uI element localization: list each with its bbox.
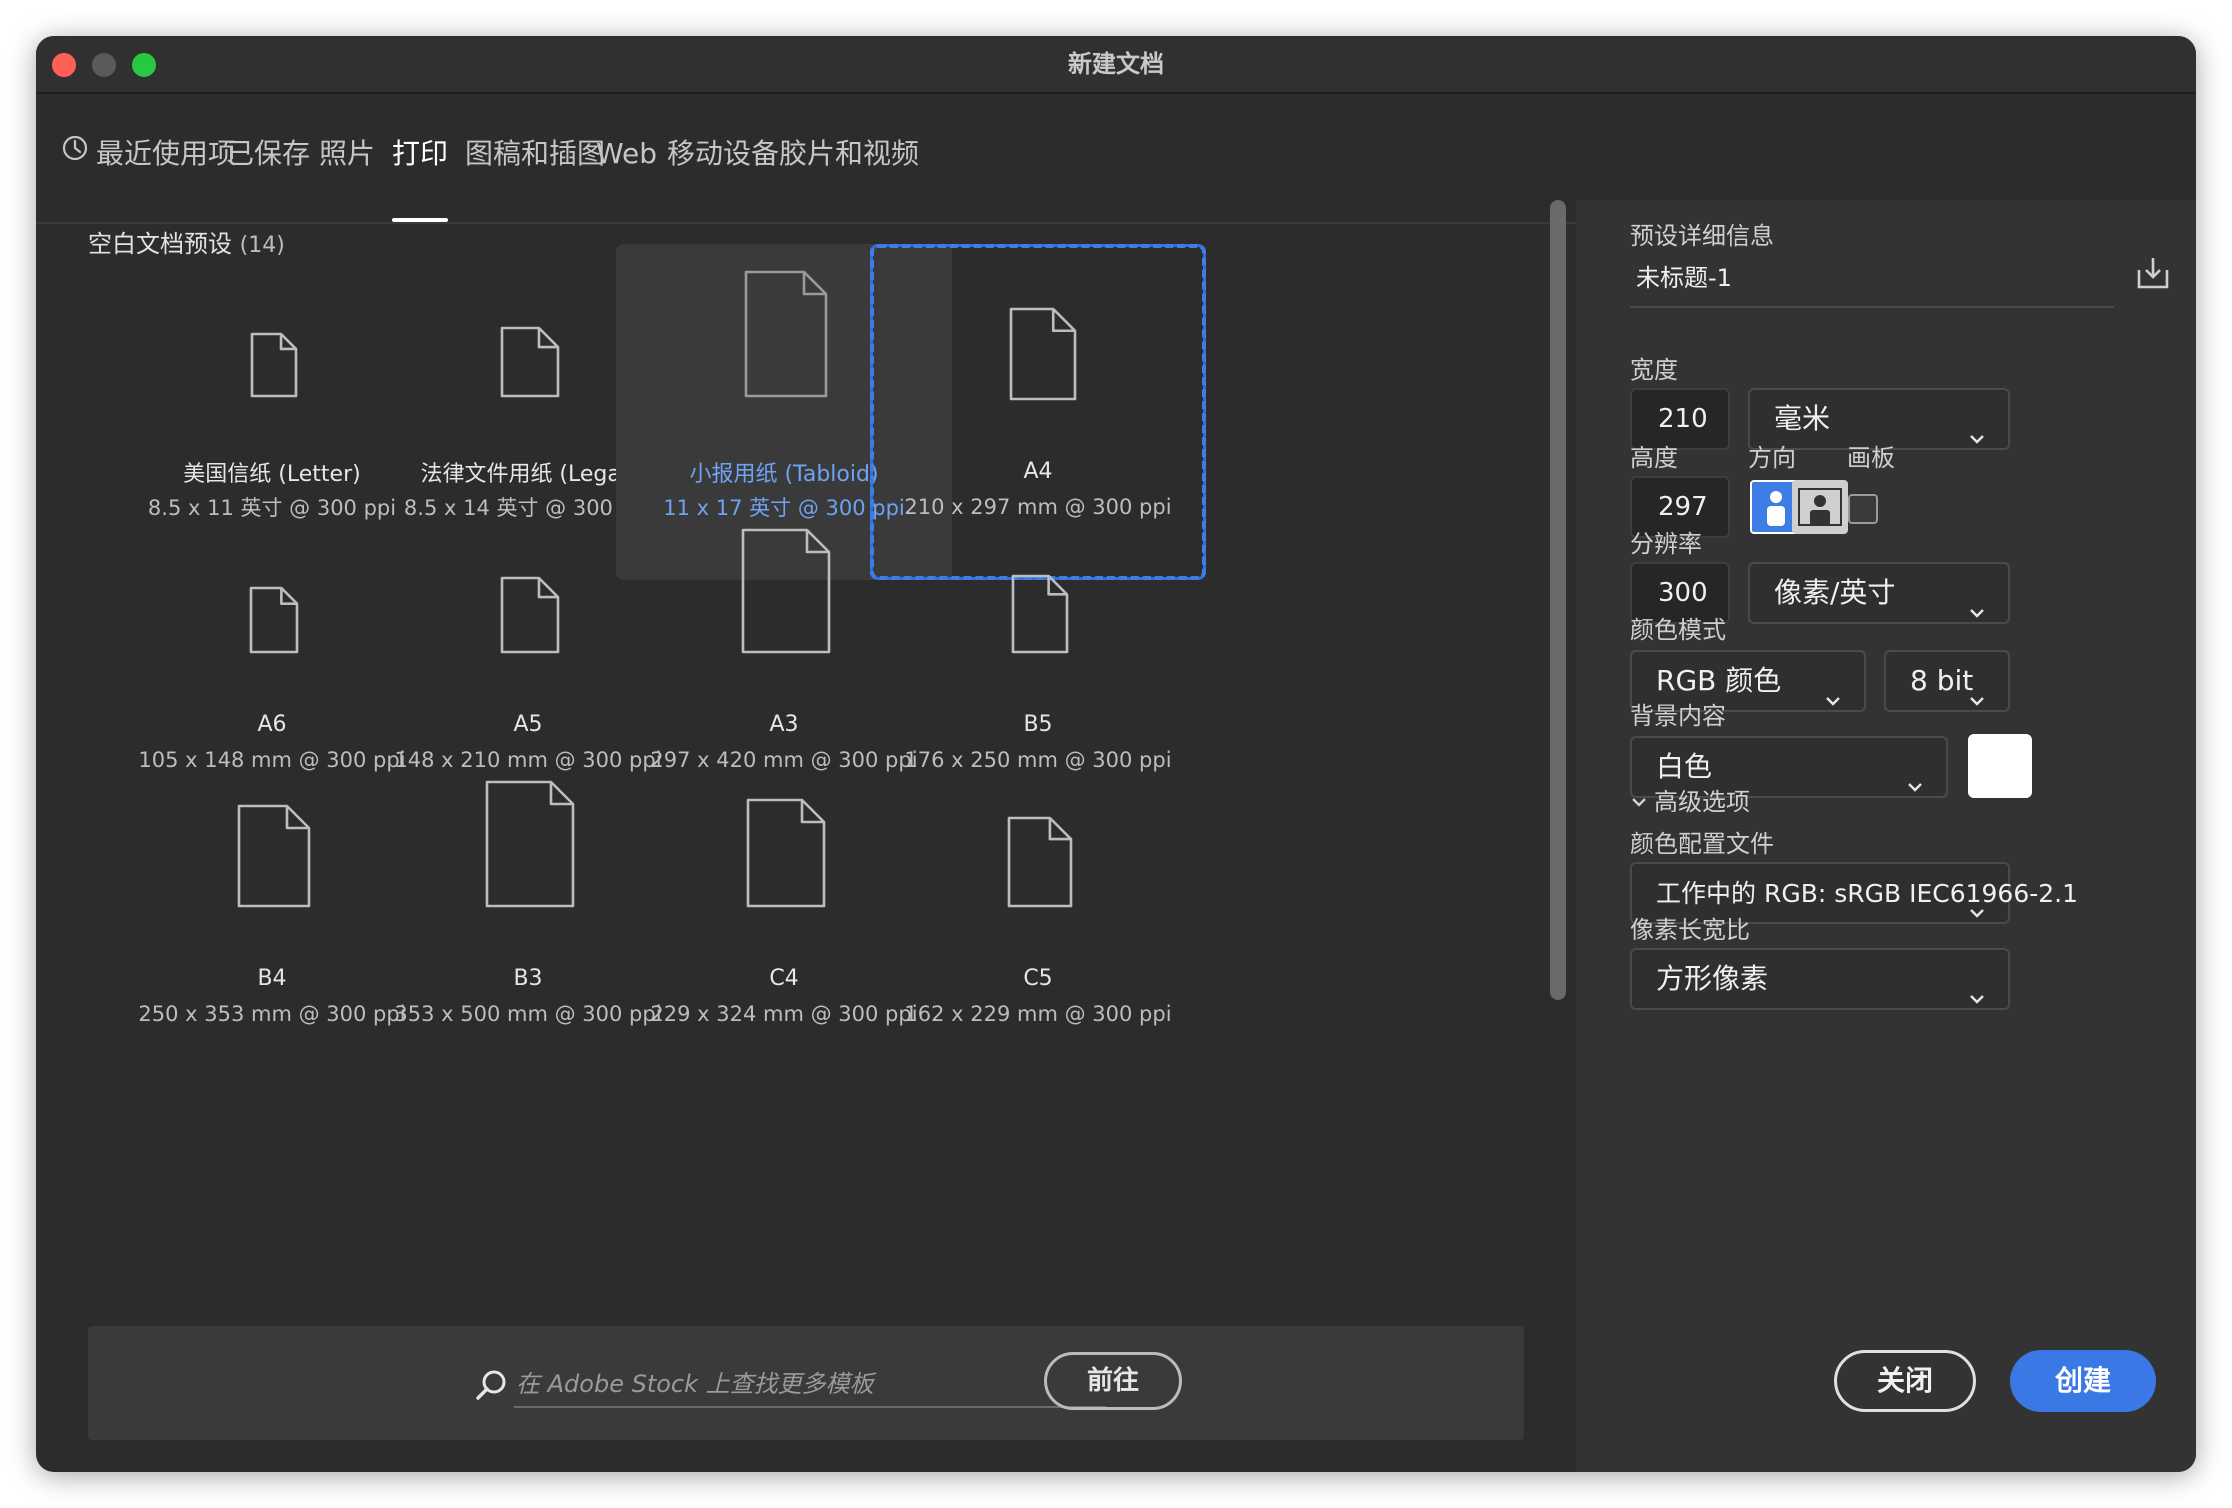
tab-recent[interactable]: 最近使用项 <box>62 94 236 222</box>
color-mode-value: RGB 颜色 <box>1656 664 1782 697</box>
document-icon <box>1009 307 1077 405</box>
pixel-aspect-value: 方形像素 <box>1656 962 1769 995</box>
tab-label: 胶片和视频 <box>779 137 920 170</box>
clock-icon <box>62 92 88 212</box>
width-label: 宽度 <box>1630 356 1678 384</box>
orientation-label: 方向 <box>1748 444 1796 472</box>
resolution-unit-select[interactable]: 像素/英寸 <box>1748 562 2010 624</box>
tab-film-video[interactable]: 胶片和视频 <box>779 94 919 222</box>
resolution-label: 分辨率 <box>1630 530 1702 558</box>
color-profile-value: 工作中的 RGB: sRGB IEC61966-2.1 <box>1656 879 2079 908</box>
tab-photo[interactable]: 照片 <box>319 94 375 222</box>
document-icon <box>744 270 828 402</box>
chevron-down-icon <box>1968 584 1986 642</box>
tab-label: 最近使用项 <box>96 137 237 170</box>
landscape-icon <box>1798 488 1842 530</box>
document-icon <box>250 332 298 402</box>
landscape-orientation-button[interactable] <box>1792 480 1848 534</box>
chevron-down-icon <box>1968 970 1986 1028</box>
details-heading: 预设详细信息 <box>1630 222 1774 250</box>
search-icon <box>474 1368 508 1406</box>
close-button[interactable]: 关闭 <box>1834 1350 1976 1412</box>
height-label: 高度 <box>1630 444 1678 472</box>
preset-size: 162 x 229 mm @ 300 ppi <box>904 1002 1172 1026</box>
artboard-checkbox[interactable] <box>1848 494 1878 524</box>
preset-name: C5 <box>1023 966 1053 991</box>
bit-depth-value: 8 bit <box>1910 664 1974 697</box>
color-profile-label: 颜色配置文件 <box>1630 830 1774 858</box>
preset-card[interactable]: C5 162 x 229 mm @ 300 ppi <box>870 754 1206 1090</box>
tab-art-illustration[interactable]: 图稿和插图 <box>465 94 605 222</box>
width-unit-value: 毫米 <box>1774 402 1831 435</box>
tab-saved[interactable]: 已保存 <box>226 94 310 222</box>
tab-label: 已保存 <box>226 137 311 170</box>
document-icon <box>237 804 311 912</box>
create-button[interactable]: 创建 <box>2010 1350 2156 1412</box>
preset-name: B5 <box>1023 712 1053 737</box>
tab-label: 图稿和插图 <box>465 137 606 170</box>
chevron-down-icon <box>1824 672 1842 730</box>
background-color-swatch[interactable] <box>1968 734 2032 798</box>
document-icon <box>249 586 299 658</box>
adobe-stock-bar: 在 Adobe Stock 上查找更多模板 前往 <box>88 1326 1524 1440</box>
save-preset-icon[interactable] <box>2136 256 2170 294</box>
stock-search-placeholder: 在 Adobe Stock 上查找更多模板 <box>516 1370 874 1398</box>
go-button[interactable]: 前往 <box>1044 1352 1182 1410</box>
document-icon <box>500 326 560 402</box>
tab-label: 照片 <box>319 137 376 170</box>
bit-depth-select[interactable]: 8 bit <box>1884 650 2010 712</box>
chevron-down-icon <box>1968 410 1986 468</box>
tab-label: Web <box>596 137 658 170</box>
document-name-field[interactable]: 未标题-1 <box>1630 252 2114 308</box>
document-icon <box>746 798 826 912</box>
background-label: 背景内容 <box>1630 702 1726 730</box>
chevron-down-icon <box>1968 884 1986 942</box>
title-bar: 新建文档 <box>36 36 2196 94</box>
background-value: 白色 <box>1656 750 1713 783</box>
portrait-icon <box>1764 490 1788 530</box>
document-icon <box>500 576 560 658</box>
document-icon <box>1011 574 1069 658</box>
pixel-aspect-select[interactable]: 方形像素 <box>1630 948 2010 1010</box>
advanced-options-toggle[interactable]: 高级选项 <box>1630 782 1750 817</box>
preset-details-panel: 预设详细信息 未标题-1 宽度 210 毫米 高度 方向 画板 297 分辨率 … <box>1576 200 2196 1472</box>
artboard-label: 画板 <box>1847 444 1895 472</box>
tab-label: 打印 <box>392 137 449 170</box>
preset-name: A4 <box>1023 459 1053 484</box>
resolution-unit-value: 像素/英寸 <box>1774 576 1896 609</box>
chevron-down-icon <box>1968 672 1986 730</box>
pixel-aspect-label: 像素长宽比 <box>1630 916 1750 944</box>
tab-label: 移动设备 <box>667 137 780 170</box>
tab-web[interactable]: Web <box>596 94 657 222</box>
stock-search-input[interactable]: 在 Adobe Stock 上查找更多模板 <box>514 1362 1106 1408</box>
document-icon <box>1007 816 1073 912</box>
window-title: 新建文档 <box>1068 50 1164 78</box>
preset-scrollbar[interactable] <box>1550 200 1566 1000</box>
document-icon <box>741 528 831 658</box>
advanced-options-label: 高级选项 <box>1654 788 1750 816</box>
new-document-dialog: 新建文档 最近使用项 已保存 照片 打印 图稿和插图 Web 移动设备 胶片和视… <box>36 36 2196 1472</box>
chevron-down-icon <box>1906 758 1924 816</box>
document-icon <box>485 780 575 912</box>
tab-mobile[interactable]: 移动设备 <box>667 94 779 222</box>
tab-print[interactable]: 打印 <box>392 94 449 222</box>
chevron-down-icon <box>1630 789 1648 817</box>
color-mode-label: 颜色模式 <box>1630 616 1726 644</box>
